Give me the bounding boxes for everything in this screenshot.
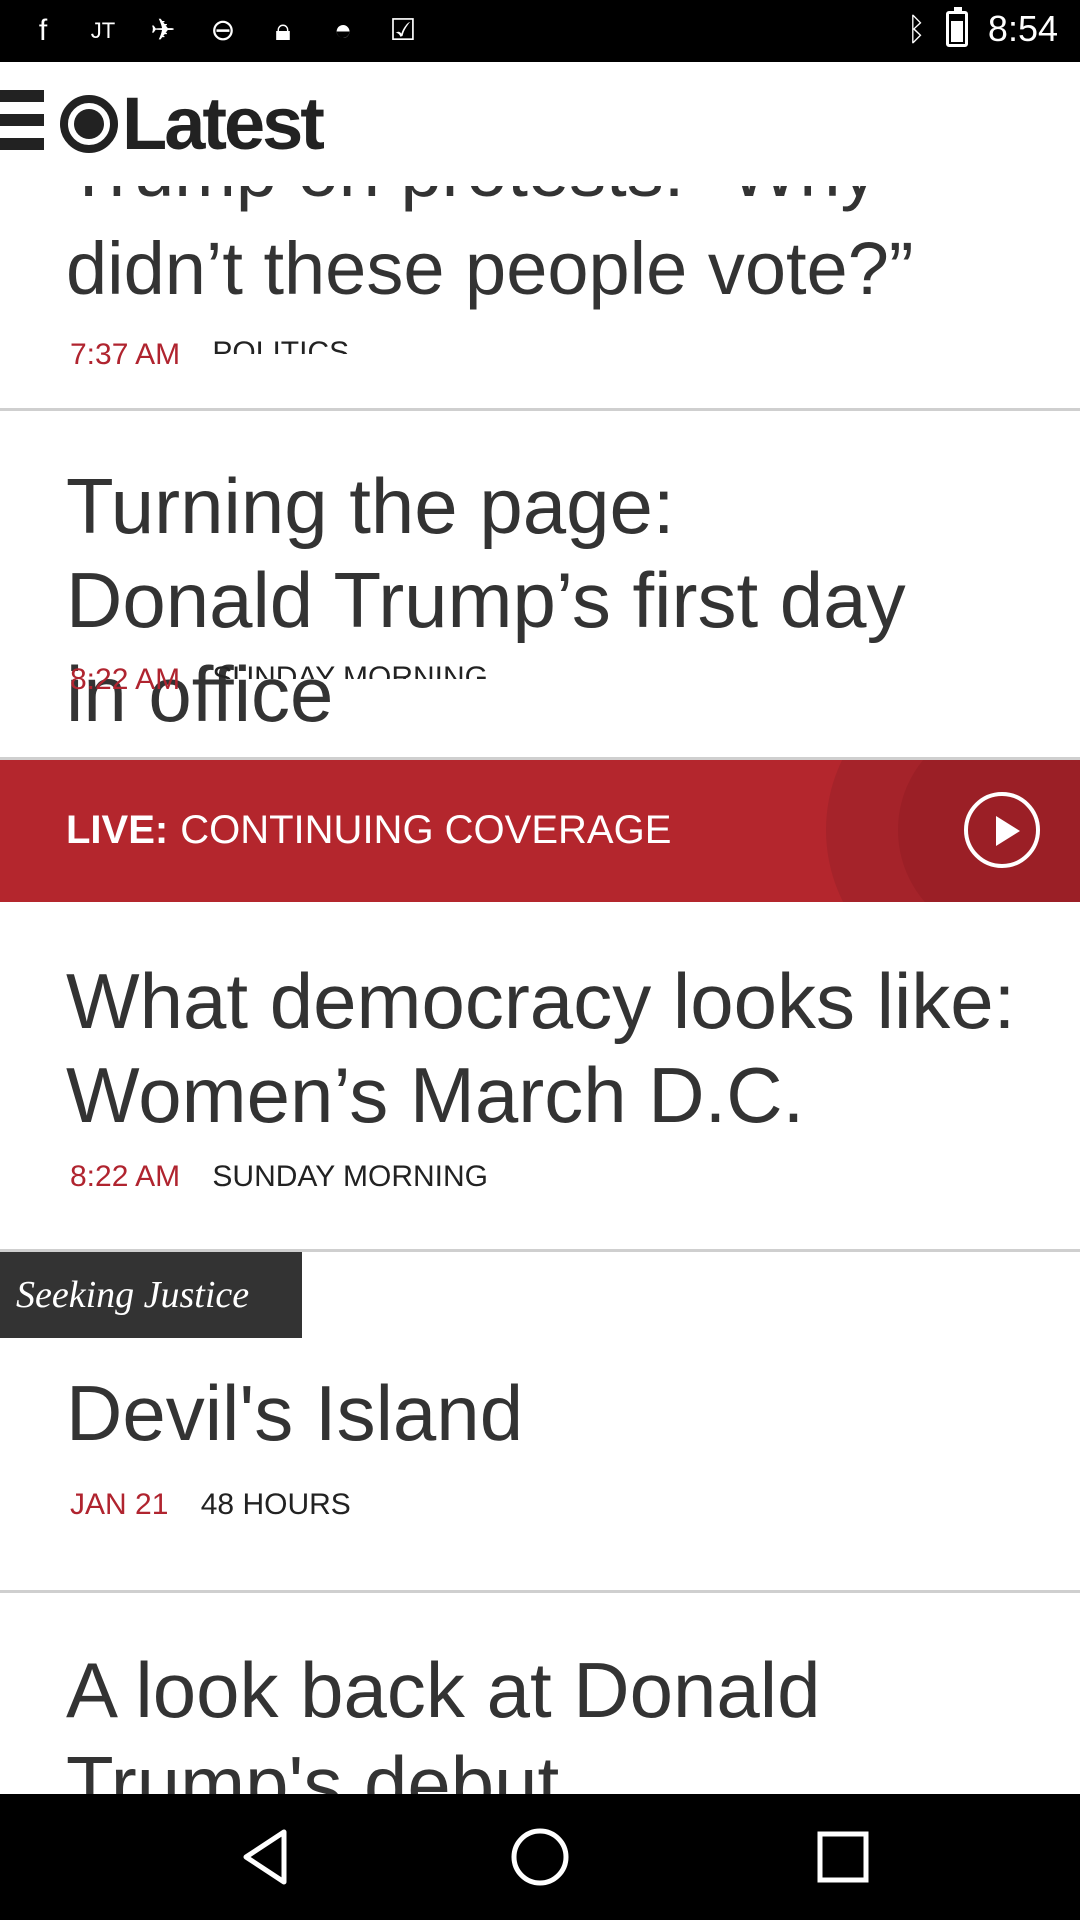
story-item[interactable]: A look back at Donald Trump's debut	[0, 1593, 1080, 1794]
lock-icon: 🔒︎	[275, 14, 291, 47]
story-item[interactable]: Devil's Island JAN 21 48 HOURS	[0, 1338, 1080, 1590]
section-tag[interactable]: Seeking Justice	[0, 1252, 302, 1338]
battery-icon	[945, 7, 968, 47]
story-time: 8:22 AM	[70, 1160, 181, 1193]
fake-gps-icon: ✈	[150, 14, 176, 47]
android-icon: ◓	[333, 14, 353, 47]
live-label: LIVE:	[66, 808, 169, 852]
story-headline: A look back at Donald Trump's debut	[66, 1646, 821, 1794]
story-headline: didn’t these people vote?”	[66, 227, 914, 310]
story-headline-partial: Trump on protests: “Why	[66, 186, 1026, 218]
story-headline: Turning the page: Donald Trump’s first d…	[66, 462, 906, 738]
home-icon[interactable]	[507, 1824, 573, 1890]
navigation-bar	[0, 1794, 1080, 1920]
status-bar: f JT ✈ ⊖ 🔒︎ ◓ ☑ ᛒ 8:54	[0, 0, 1080, 62]
recent-apps-icon[interactable]	[810, 1824, 876, 1890]
status-time: 8:54	[987, 8, 1058, 49]
story-headline: What democracy looks like: Women’s March…	[66, 957, 1016, 1139]
bluetooth-icon: ᛒ	[906, 10, 926, 47]
live-banner-text: CONTINUING COVERAGE	[180, 808, 672, 852]
cbs-eye-icon	[60, 95, 118, 153]
story-category: SUNDAY MORNING	[212, 663, 488, 679]
facebook-icon: f	[38, 14, 48, 47]
story-time: 7:37 AM	[70, 338, 181, 371]
news-feed[interactable]: Trump on protests: “Why didn’t these peo…	[0, 186, 1080, 1794]
story-category: SUNDAY MORNING	[212, 1160, 489, 1193]
story-category: 48 HOURS	[200, 1488, 351, 1521]
dnd-icon: ⊖	[210, 14, 236, 47]
story-time: 8:22 AM	[70, 663, 181, 696]
app-header: Latest	[0, 62, 1080, 186]
app-logo: Latest	[60, 82, 325, 165]
story-time: JAN 21	[70, 1488, 169, 1521]
story-headline: Devil's Island	[66, 1369, 524, 1457]
live-coverage-banner[interactable]: LIVE: CONTINUING COVERAGE	[0, 760, 1080, 902]
back-icon[interactable]	[234, 1824, 300, 1890]
story-item[interactable]: Turning the page: Donald Trump’s first d…	[0, 411, 1080, 759]
play-icon[interactable]	[964, 792, 1040, 868]
story-item[interactable]: What democracy looks like: Women’s March…	[0, 902, 1080, 1250]
page-title: Latest	[122, 82, 325, 165]
story-item[interactable]: Trump on protests: “Why didn’t these peo…	[0, 186, 1080, 410]
story-category: POLITICS	[212, 338, 349, 354]
menu-icon[interactable]	[0, 90, 44, 150]
clipboard-icon: ☑	[389, 14, 417, 47]
jt-icon: JT	[90, 18, 116, 43]
